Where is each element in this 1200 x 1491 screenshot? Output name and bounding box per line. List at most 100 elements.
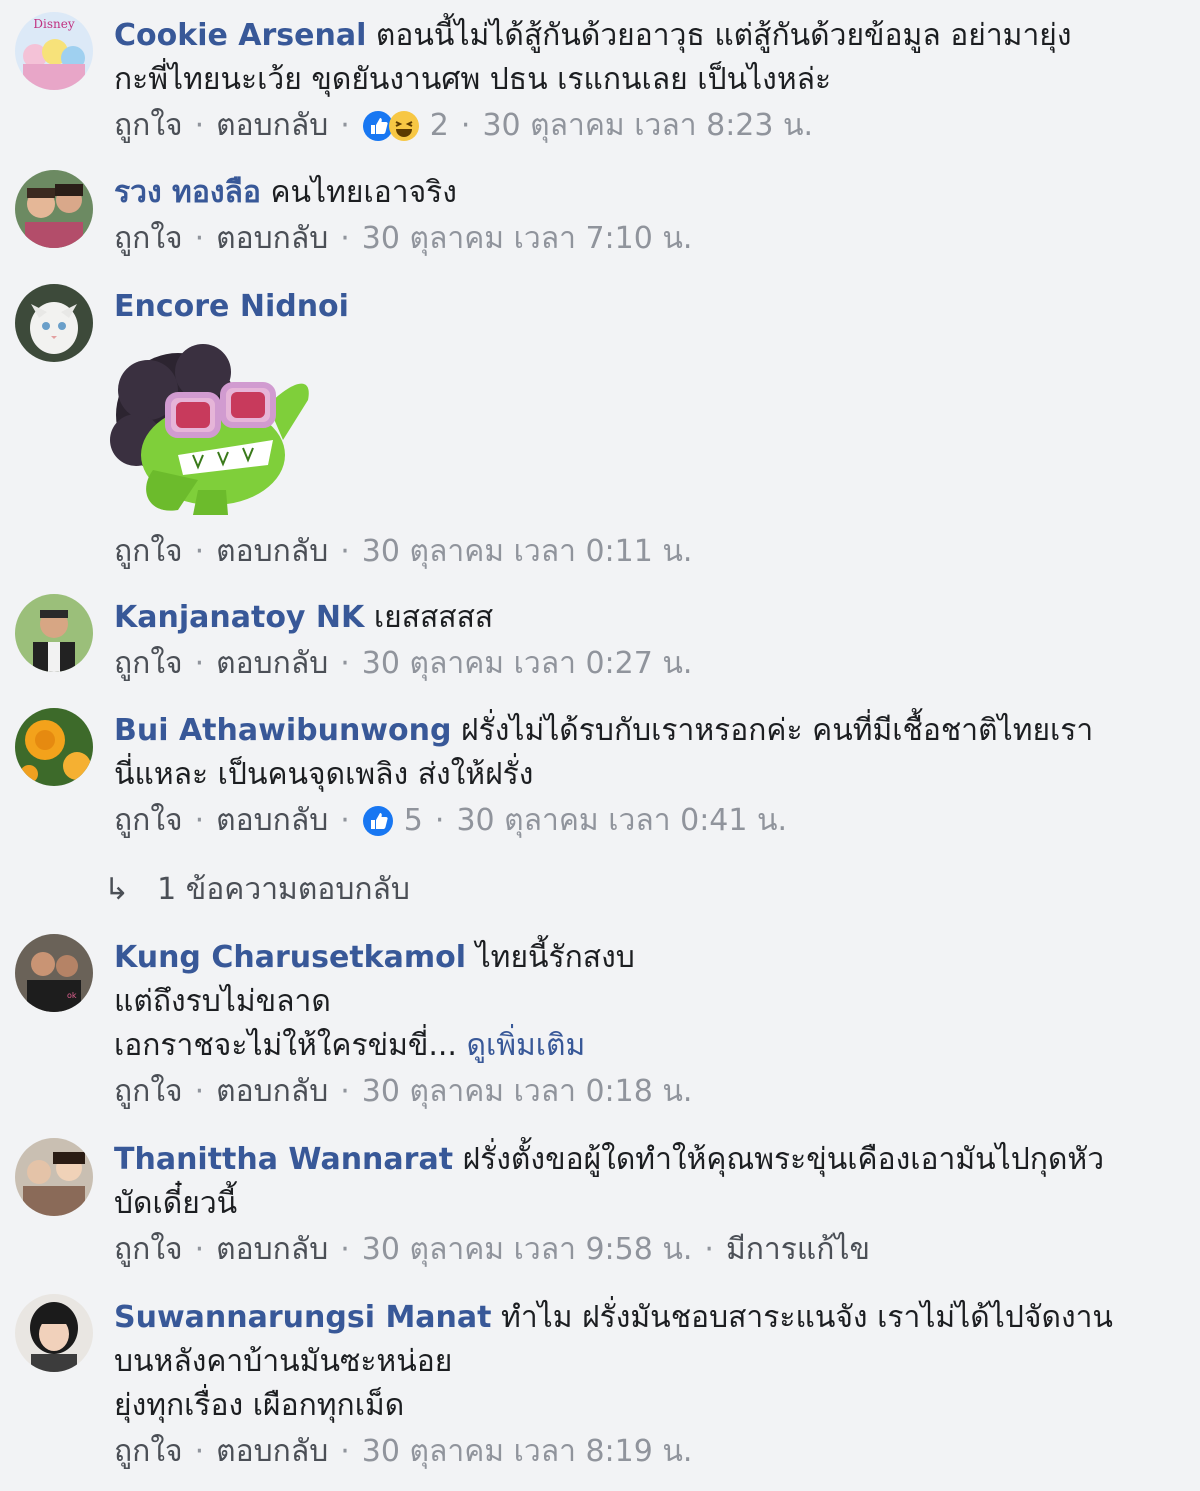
reply-arrow-icon: ↳ [104, 872, 130, 907]
comment-meta: ถูกใจ · ตอบกลับ · 30 ตุลาคม เวลา 0:27 น. [114, 644, 1160, 684]
comment-message: เอกราชจะไม่ให้ใครข่มขี่... [114, 1028, 457, 1063]
reaction-count: 2 [429, 108, 449, 143]
comment-text: Suwannarungsi Manat ทำไม ฝรั่งมันชอบสาระ… [114, 1296, 1160, 1428]
avatar[interactable] [15, 1138, 93, 1216]
author-name[interactable]: Suwannarungsi Manat [114, 1300, 492, 1335]
reactions[interactable]: 2 [362, 106, 449, 146]
like-link[interactable]: ถูกใจ [114, 801, 183, 841]
like-icon [362, 806, 393, 836]
reactions[interactable]: 5 [362, 801, 423, 841]
comment-text: Bui Athawibunwong ฝรั่งไม่ได้รบกับเราหรอ… [114, 709, 1160, 797]
haha-icon [388, 111, 419, 141]
avatar[interactable] [15, 284, 93, 362]
like-link[interactable]: ถูกใจ [114, 1230, 183, 1270]
timestamp[interactable]: 30 ตุลาคม เวลา 8:23 น. [482, 106, 813, 146]
like-link[interactable]: ถูกใจ [114, 1072, 183, 1112]
comment-meta: ถูกใจ · ตอบกลับ · 30 ตุลาคม เวลา 7:10 น. [114, 219, 1160, 259]
separator: · [194, 1434, 205, 1469]
reply-link[interactable]: ตอบกลับ [216, 219, 328, 259]
comment-message: คนไทยเอาจริง [270, 175, 457, 210]
author-name[interactable]: Kanjanatoy NK [114, 600, 364, 635]
view-replies-link[interactable]: ↳ 1 ข้อความตอบกลับ [104, 866, 410, 913]
comment-message: กะพี่ไทยนะเว้ย ขุดยันงานศพ ปธน เรแกนเลย … [114, 62, 832, 97]
comment-text: รวง ทองลือ คนไทยเอาจริง [114, 171, 1160, 215]
separator: · [194, 1232, 205, 1267]
timestamp[interactable]: 30 ตุลาคม เวลา 8:19 น. [362, 1432, 693, 1472]
separator: · [194, 1074, 205, 1109]
reply-link[interactable]: ตอบกลับ [216, 532, 328, 572]
author-name[interactable]: Bui Athawibunwong [114, 713, 451, 748]
timestamp[interactable]: 30 ตุลาคม เวลา 7:10 น. [362, 219, 693, 259]
comment-meta: ถูกใจ · ตอบกลับ · 30 ตุลาคม เวลา 0:18 น. [114, 1072, 1160, 1112]
replies-label[interactable]: 1 ข้อความตอบกลับ [157, 866, 410, 913]
separator: · [340, 534, 350, 569]
separator: · [340, 1232, 350, 1267]
timestamp[interactable]: 30 ตุลาคม เวลา 0:41 น. [456, 801, 787, 841]
see-more-link[interactable]: ดูเพิ่มเติม [467, 1028, 586, 1063]
comment-meta: ถูกใจ · ตอบกลับ · 30 ตุลาคม เวลา 9:58 น.… [114, 1230, 1160, 1270]
author-name[interactable]: Thanittha Wannarat [114, 1142, 453, 1177]
like-link[interactable]: ถูกใจ [114, 1432, 183, 1472]
avatar[interactable] [15, 1294, 93, 1372]
reply-link[interactable]: ตอบกลับ [216, 644, 328, 684]
svg-text:ok: ok [67, 991, 77, 1000]
reply-link[interactable]: ตอบกลับ [216, 1432, 328, 1472]
comment-message: ฝรั่งไม่ได้รบกับเราหรอกค่ะ คนที่มีเชื้อช… [461, 713, 1094, 748]
like-link[interactable]: ถูกใจ [114, 106, 183, 146]
separator: · [460, 108, 471, 143]
like-link[interactable]: ถูกใจ [114, 532, 183, 572]
like-link[interactable]: ถูกใจ [114, 219, 183, 259]
reply-link[interactable]: ตอบกลับ [216, 106, 328, 146]
avatar[interactable]: ok [15, 934, 93, 1012]
reply-link[interactable]: ตอบกลับ [216, 1072, 328, 1112]
comment-meta: ถูกใจ · ตอบกลับ · 30 ตุลาคม เวลา 8:19 น. [114, 1432, 1160, 1472]
comment-message: เยสสสสส [373, 600, 494, 635]
separator: · [194, 646, 205, 681]
comment-text: Encore Nidnoi [114, 285, 1160, 329]
edited-label[interactable]: มีการแก้ไข [726, 1230, 870, 1270]
comment-text: Thanittha Wannarat ฝรั่งตั้งขอผู้ใดทำให้… [114, 1138, 1160, 1226]
separator: · [340, 108, 350, 143]
comment-meta: ถูกใจ · ตอบกลับ · 5 · 30 ตุลาคม เวลา 0:4… [114, 801, 1160, 841]
comment-message: ตอนนี้ไม่ได้สู้กันด้วยอาวุธ แต่สู้กันด้ว… [375, 18, 1072, 53]
like-link[interactable]: ถูกใจ [114, 644, 183, 684]
comment-text: Kanjanatoy NK เยสสสสส [114, 596, 1160, 640]
reply-link[interactable]: ตอบกลับ [216, 801, 328, 841]
author-name[interactable]: Encore Nidnoi [114, 289, 349, 324]
separator: · [194, 803, 205, 838]
author-name[interactable]: Kung Charusetkamol [114, 940, 466, 975]
separator: · [704, 1232, 714, 1267]
timestamp[interactable]: 30 ตุลาคม เวลา 9:58 น. [362, 1230, 693, 1270]
reaction-count: 5 [403, 803, 423, 838]
separator: · [340, 803, 350, 838]
timestamp[interactable]: 30 ตุลาคม เวลา 0:18 น. [362, 1072, 693, 1112]
avatar[interactable] [15, 170, 93, 248]
comment-text: Kung Charusetkamol ไทยนี้รักสงบ แต่ถึงรบ… [114, 936, 1160, 1068]
sticker-image[interactable] [108, 340, 318, 520]
author-name[interactable]: รวง ทองลือ [114, 175, 261, 210]
timestamp[interactable]: 30 ตุลาคม เวลา 0:11 น. [362, 532, 693, 572]
comment-message: บัดเดี๋ยวนี้ [114, 1186, 238, 1221]
comment-meta: ถูกใจ · ตอบกลับ · 2 · 30 ตุลาคม เวลา 8:2… [114, 106, 1160, 146]
comment-message: ฝรั่งตั้งขอผู้ใดทำให้คุณพระขุ่นเคืองเอาม… [462, 1142, 1105, 1177]
comment-text: Cookie Arsenal ตอนนี้ไม่ได้สู้กันด้วยอาว… [114, 14, 1160, 102]
separator: · [434, 803, 445, 838]
author-name[interactable]: Cookie Arsenal [114, 18, 366, 53]
comment-message: นี่แหละ เป็นคนจุดเพลิง ส่งให้ฝรั่ง [114, 757, 534, 792]
comment-message: ยุ่งทุกเรื่อง เผือกทุกเม็ด [114, 1388, 405, 1423]
separator: · [194, 108, 205, 143]
separator: · [194, 534, 205, 569]
avatar[interactable] [15, 594, 93, 672]
svg-text:Disney: Disney [33, 17, 74, 31]
separator: · [340, 221, 350, 256]
separator: · [340, 646, 350, 681]
reply-link[interactable]: ตอบกลับ [216, 1230, 328, 1270]
avatar[interactable] [15, 708, 93, 786]
comment-message: ไทยนี้รักสงบ [475, 940, 635, 975]
avatar[interactable]: Disney [15, 12, 93, 90]
comment-message: แต่ถึงรบไม่ขลาด [114, 984, 331, 1019]
comment-message: ทำไม ฝรั่งมันชอบสาระแนจัง เราไม่ได้ไปจัด… [501, 1300, 1113, 1335]
comment-meta: ถูกใจ · ตอบกลับ · 30 ตุลาคม เวลา 0:11 น. [114, 532, 1160, 572]
separator: · [340, 1434, 350, 1469]
timestamp[interactable]: 30 ตุลาคม เวลา 0:27 น. [362, 644, 693, 684]
